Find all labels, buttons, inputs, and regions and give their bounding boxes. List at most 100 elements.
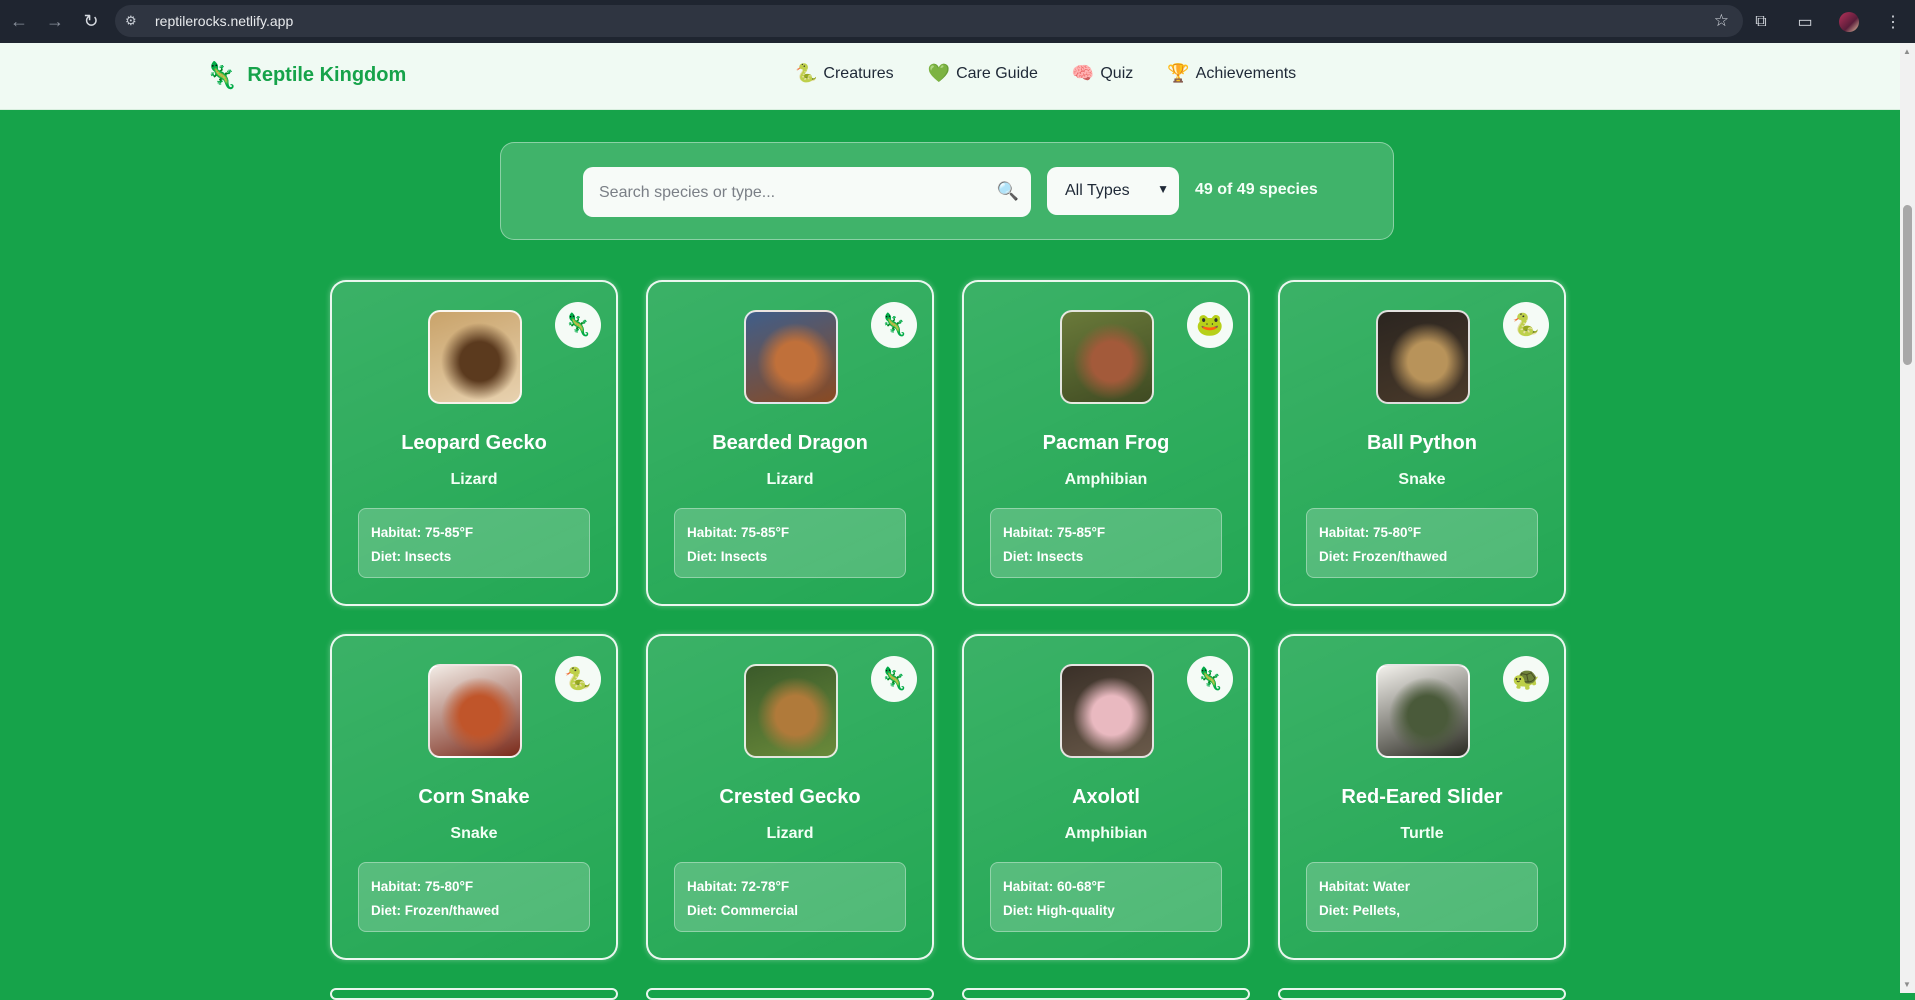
diet-text: Diet: Frozen/thawed <box>371 903 500 918</box>
nav-label: Quiz <box>1100 64 1134 82</box>
species-count: 49 of 49 species <box>1195 181 1318 198</box>
card-peek <box>1278 988 1566 1000</box>
species-photo <box>428 310 522 404</box>
heart-icon: 💚 <box>927 63 951 83</box>
card-peek <box>330 988 618 1000</box>
diet-text: Diet: Commercial <box>687 903 799 918</box>
brand-name: Reptile Kingdom <box>247 63 407 86</box>
site-header: 🦎 Reptile Kingdom 🐍 Creatures 💚 Care Gui… <box>0 43 1900 110</box>
scroll-down-icon[interactable]: ▼ <box>1903 980 1911 989</box>
species-card[interactable]: 🦎 Leopard Gecko Lizard Habitat: 75-85°F Diet… <box>330 280 618 606</box>
reload-icon[interactable]: ↻ <box>74 5 108 39</box>
species-type: Lizard <box>450 471 498 488</box>
back-icon[interactable]: ← <box>2 5 36 39</box>
search-panel: 🔍 All Types ▼ 49 of 49 species <box>500 142 1394 240</box>
species-info: Habitat: 75-85°F Diet: Insects <box>674 508 906 578</box>
diet-text: Diet: High-quality <box>1003 903 1115 918</box>
species-name: Ball Python <box>1366 432 1477 454</box>
species-photo <box>744 310 838 404</box>
species-type: Snake <box>450 825 498 842</box>
type-badge-icon: 🐍 <box>555 656 601 702</box>
type-filter-select[interactable]: All Types ▼ <box>1047 167 1179 215</box>
habitat-text: Habitat: 75-85°F <box>687 525 790 540</box>
chevron-down-icon: ▼ <box>1157 182 1169 196</box>
species-info: Habitat: Water Diet: Pellets, <box>1306 862 1538 932</box>
species-name: Red-Eared Slider <box>1341 786 1503 808</box>
type-badge-icon: 🦎 <box>871 302 917 348</box>
species-type: Amphibian <box>1064 471 1148 488</box>
nav-label: Creatures <box>823 64 894 82</box>
type-badge-icon: 🦎 <box>871 656 917 702</box>
type-badge-icon: 🦎 <box>1187 656 1233 702</box>
scrollbar-thumb[interactable] <box>1903 205 1912 365</box>
species-photo <box>428 664 522 758</box>
diet-text: Diet: Insects <box>371 549 452 564</box>
forward-icon[interactable]: → <box>38 5 72 39</box>
nav-label: Care Guide <box>956 64 1038 82</box>
site-info-icon[interactable]: ⚙ <box>125 13 147 29</box>
species-type: Amphibian <box>1064 825 1148 842</box>
habitat-text: Habitat: 75-80°F <box>371 879 474 894</box>
habitat-text: Habitat: 75-80°F <box>1319 525 1422 540</box>
brand[interactable]: 🦎 Reptile Kingdom <box>205 61 406 89</box>
page-scrollbar[interactable]: ▲ ▼ <box>1900 43 1915 993</box>
trophy-icon: 🏆 <box>1167 63 1190 83</box>
nav-care-guide[interactable]: 💚 Care Guide <box>928 63 1038 84</box>
type-badge-icon: 🐸 <box>1187 302 1233 348</box>
species-card[interactable]: 🐍 Corn Snake Snake Habitat: 75-80°F Diet: Fr… <box>330 634 618 960</box>
species-card[interactable]: 🐢 Red-Eared Slider Turtle Habitat: Water Die… <box>1278 634 1566 960</box>
scroll-up-icon[interactable]: ▲ <box>1903 47 1911 56</box>
species-type: Lizard <box>766 825 814 842</box>
species-type: Turtle <box>1400 825 1444 842</box>
species-card[interactable]: 🐸 Pacman Frog Amphibian Habitat: 75-85°F Die… <box>962 280 1250 606</box>
species-card[interactable]: 🦎 Bearded Dragon Lizard Habitat: 75-85°F Die… <box>646 280 934 606</box>
species-photo <box>1376 310 1470 404</box>
card-peek <box>646 988 934 1000</box>
type-filter-value: All Types <box>1065 182 1130 199</box>
diet-text: Diet: Frozen/thawed <box>1319 549 1448 564</box>
species-name: Pacman Frog <box>1042 432 1170 454</box>
type-badge-icon: 🦎 <box>555 302 601 348</box>
search-input[interactable] <box>583 167 1001 219</box>
species-type: Snake <box>1398 471 1446 488</box>
species-name: Crested Gecko <box>719 786 861 808</box>
species-card[interactable]: 🐍 Ball Python Snake Habitat: 75-80°F Diet: F… <box>1278 280 1566 606</box>
nav-quiz[interactable]: 🧠 Quiz <box>1072 63 1133 84</box>
species-name: Bearded Dragon <box>712 432 868 454</box>
species-photo <box>1060 310 1154 404</box>
species-info: Habitat: 75-80°F Diet: Frozen/thawed <box>1306 508 1538 578</box>
species-name: Corn Snake <box>418 786 530 808</box>
species-name: Axolotl <box>1072 786 1140 808</box>
species-info: Habitat: 72-78°F Diet: Commercial <box>674 862 906 932</box>
type-badge-icon: 🐢 <box>1503 656 1549 702</box>
species-info: Habitat: 60-68°F Diet: High-quality <box>990 862 1222 932</box>
diet-text: Diet: Pellets, <box>1319 903 1401 918</box>
species-photo <box>1060 664 1154 758</box>
profile-avatar[interactable] <box>1827 0 1871 43</box>
search-icon[interactable]: 🔍 <box>997 181 1019 202</box>
diet-text: Diet: Insects <box>1003 549 1084 564</box>
search-box: 🔍 <box>583 167 1031 219</box>
species-info: Habitat: 75-80°F Diet: Frozen/thawed <box>358 862 590 932</box>
species-card[interactable]: 🦎 Crested Gecko Lizard Habitat: 72-78°F Diet… <box>646 634 934 960</box>
star-icon[interactable]: ☆ <box>1714 11 1729 31</box>
lizard-logo-icon: 🦎 <box>205 60 238 90</box>
species-card[interactable]: 🦎 Axolotl Amphibian Habitat: 60-68°F Diet: H… <box>962 634 1250 960</box>
media-icon[interactable]: ▭ <box>1783 0 1827 43</box>
habitat-text: Habitat: 75-85°F <box>1003 525 1106 540</box>
extensions-icon[interactable]: ⧉ <box>1739 0 1783 43</box>
nav-creatures[interactable]: 🐍 Creatures <box>795 63 894 84</box>
species-name: Leopard Gecko <box>401 432 547 454</box>
address-bar[interactable]: ⚙ reptilerocks.netlify.app ☆ <box>115 5 1743 37</box>
type-badge-icon: 🐍 <box>1503 302 1549 348</box>
nav-achievements[interactable]: 🏆 Achievements <box>1167 63 1296 84</box>
species-info: Habitat: 75-85°F Diet: Insects <box>358 508 590 578</box>
habitat-text: Habitat: 72-78°F <box>687 879 790 894</box>
habitat-text: Habitat: 75-85°F <box>371 525 474 540</box>
habitat-text: Habitat: Water <box>1319 879 1411 894</box>
menu-icon[interactable]: ⋮ <box>1871 0 1915 43</box>
snake-icon: 🐍 <box>795 63 818 83</box>
brain-icon: 🧠 <box>1071 63 1095 83</box>
species-type: Lizard <box>766 471 814 488</box>
card-peek <box>962 988 1250 1000</box>
